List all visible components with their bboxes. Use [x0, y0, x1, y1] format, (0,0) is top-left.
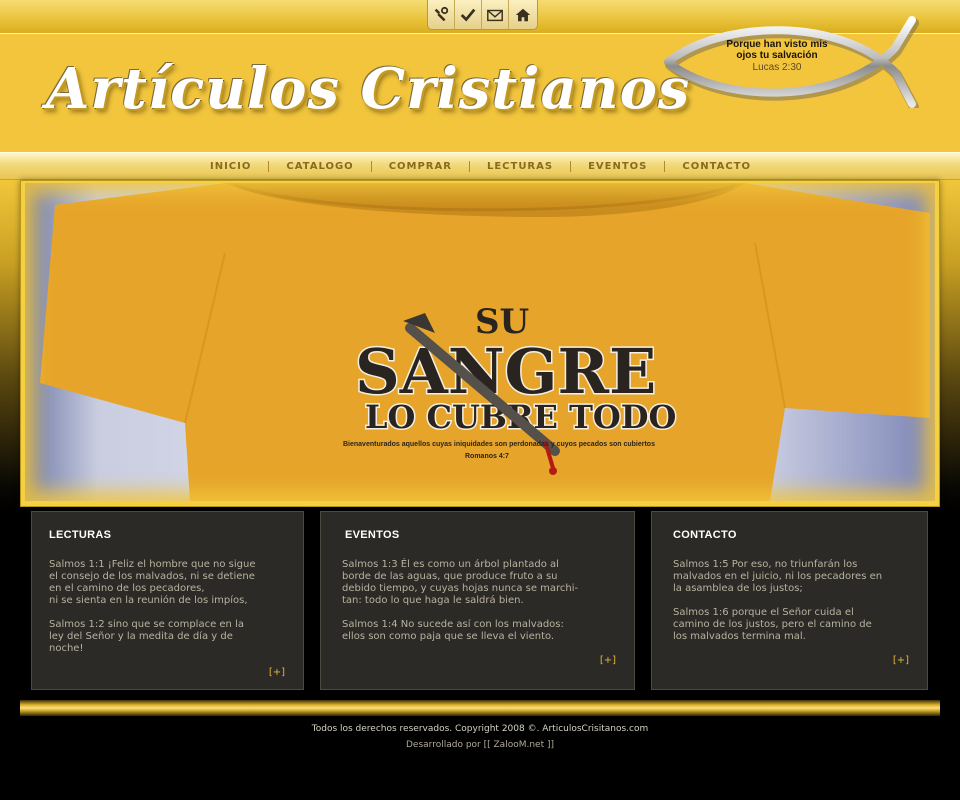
box-text: Salmos 1:1 ¡Feliz el hombre que no sigue…: [49, 559, 256, 654]
developer-link[interactable]: [[ ZalooM.net ]]: [484, 740, 554, 750]
footer-copyright: Todos los derechos reservados. Copyright…: [311, 724, 649, 734]
box-contacto: CONTACTO Salmos 1:5 Por eso, no triunfar…: [651, 511, 928, 690]
more-link[interactable]: [+]: [893, 655, 909, 666]
footer-divider: [20, 700, 940, 716]
nav-item-eventos[interactable]: EVENTOS: [571, 161, 664, 172]
more-link[interactable]: [+]: [600, 655, 616, 666]
nav-item-lecturas[interactable]: LECTURAS: [470, 161, 570, 172]
developed-by-label: Desarrollado por: [406, 740, 481, 750]
banner-photo: SU SANGRE LO CUBRE TODO Bienaventurados …: [25, 183, 935, 501]
nav-item-contacto[interactable]: CONTACTO: [665, 161, 768, 172]
verse-reference: Lucas 2:30: [752, 62, 802, 73]
nav-bar: INICIO CATALOGO COMPRAR LECTURAS EVENTOS…: [0, 152, 960, 180]
box-title: CONTACTO: [673, 529, 737, 541]
icon-toolbar: [427, 0, 538, 30]
box-title: EVENTOS: [345, 529, 400, 541]
box-eventos: EVENTOS Salmos 1:3 Él es como un árbol p…: [320, 511, 635, 690]
verse-text: Porque han visto mis ojos tu salvación: [726, 39, 828, 61]
banner-vignette: [25, 183, 935, 501]
main-nav: INICIO CATALOGO COMPRAR LECTURAS EVENTOS…: [193, 153, 768, 180]
site-logo[interactable]: Artículos Cristianos: [46, 56, 690, 122]
mail-icon[interactable]: [482, 0, 509, 29]
tools-icon[interactable]: [428, 0, 455, 29]
footer-credits: Desarrollado por [[ ZalooM.net ]]: [0, 740, 960, 750]
box-title: LECTURAS: [49, 529, 112, 541]
nav-item-comprar[interactable]: COMPRAR: [372, 161, 469, 172]
nav-item-catalogo[interactable]: CATALOGO: [269, 161, 370, 172]
nav-item-inicio[interactable]: INICIO: [193, 161, 268, 172]
box-text: Salmos 1:3 Él es como un árbol plantado …: [342, 559, 579, 642]
home-icon[interactable]: [509, 0, 536, 29]
check-icon[interactable]: [455, 0, 482, 29]
box-text: Salmos 1:5 Por eso, no triunfarán los ma…: [673, 559, 883, 642]
header-verse: Porque han visto mis ojos tu salvación L…: [722, 39, 832, 73]
box-lecturas: LECTURAS Salmos 1:1 ¡Feliz el hombre que…: [31, 511, 304, 690]
more-link[interactable]: [+]: [269, 667, 285, 678]
